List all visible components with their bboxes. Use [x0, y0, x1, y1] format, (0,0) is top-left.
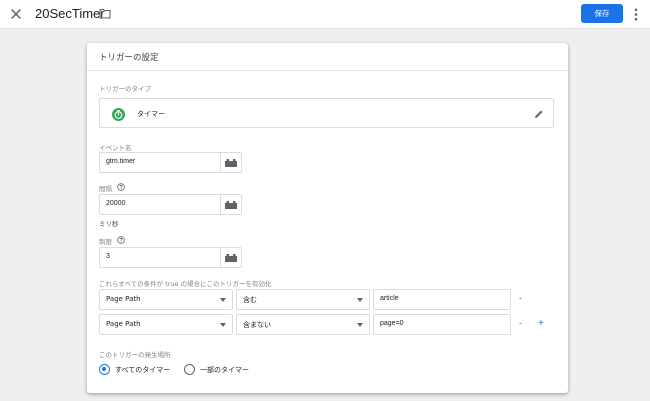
condition-variable-select[interactable]: Page Path — [99, 314, 233, 335]
condition-value-input[interactable]: page=0 — [373, 314, 511, 335]
condition-variable-value: Page Path — [106, 295, 141, 303]
caret-down-icon — [357, 298, 363, 302]
trigger-type-label: トリガーのタイプ — [99, 85, 151, 93]
condition-operator-value: 含まない — [243, 321, 271, 329]
radio-some-timers-label[interactable]: 一部のタイマー — [200, 365, 249, 375]
timer-icon — [112, 108, 125, 121]
conditions-label: これらすべての条件が true の場合にこのトリガーを有効化 — [99, 280, 272, 288]
interval-unit: ミリ秒 — [99, 220, 119, 228]
more-vert-icon[interactable] — [634, 8, 638, 21]
trigger-config-card: トリガーの設定 トリガーのタイプ タイマー イベント名 gtm.timer 間隔 — [87, 43, 568, 393]
event-name-label: イベント名 — [99, 144, 132, 152]
radio-all-timers-label[interactable]: すべてのタイマー — [115, 365, 170, 375]
condition-operator-select[interactable]: 含まない — [236, 314, 370, 335]
help-icon[interactable] — [117, 183, 125, 191]
variable-picker-button[interactable] — [220, 248, 241, 267]
help-icon[interactable] — [117, 236, 125, 244]
pencil-icon[interactable] — [534, 109, 544, 119]
remove-condition-button[interactable]: - — [519, 293, 527, 303]
close-icon[interactable] — [9, 7, 23, 21]
trigger-type-box[interactable]: タイマー — [99, 98, 554, 128]
fires-on-label: このトリガーの発生場所 — [99, 351, 171, 359]
event-name-field[interactable]: gtm.timer — [99, 152, 242, 173]
caret-down-icon — [220, 298, 226, 302]
variable-brick-icon — [225, 200, 237, 209]
variable-picker-button[interactable] — [220, 153, 241, 172]
condition-operator-select[interactable]: 含む — [236, 289, 370, 310]
condition-variable-value: Page Path — [106, 320, 141, 328]
event-name-value: gtm.timer — [106, 158, 136, 165]
variable-picker-button[interactable] — [220, 195, 241, 214]
card-title: トリガーの設定 — [99, 53, 159, 63]
trigger-type-name: タイマー — [137, 110, 165, 118]
save-button[interactable]: 保存 — [581, 4, 623, 23]
page-title: 20SecTimer — [35, 6, 105, 21]
interval-value: 20000 — [106, 200, 126, 207]
top-bar: 20SecTimer 保存 — [0, 0, 650, 29]
caret-down-icon — [220, 323, 226, 327]
condition-value: article — [380, 295, 399, 302]
limit-label: 制限 — [99, 238, 112, 246]
condition-operator-value: 含む — [243, 296, 257, 304]
condition-value-input[interactable]: article — [373, 289, 511, 310]
interval-field[interactable]: 20000 — [99, 194, 242, 215]
limit-field[interactable]: 3 — [99, 247, 242, 268]
add-condition-button[interactable]: + — [538, 318, 546, 329]
caret-down-icon — [357, 323, 363, 327]
remove-condition-button[interactable]: - — [519, 318, 527, 328]
variable-brick-icon — [225, 158, 237, 167]
condition-value: page=0 — [380, 320, 404, 327]
radio-all-timers[interactable] — [99, 364, 110, 375]
variable-brick-icon — [225, 253, 237, 262]
interval-label: 間隔 — [99, 185, 112, 193]
radio-some-timers[interactable] — [184, 364, 195, 375]
condition-variable-select[interactable]: Page Path — [99, 289, 233, 310]
folder-icon[interactable] — [99, 8, 111, 19]
card-header: トリガーの設定 — [87, 43, 568, 71]
limit-value: 3 — [106, 253, 110, 260]
